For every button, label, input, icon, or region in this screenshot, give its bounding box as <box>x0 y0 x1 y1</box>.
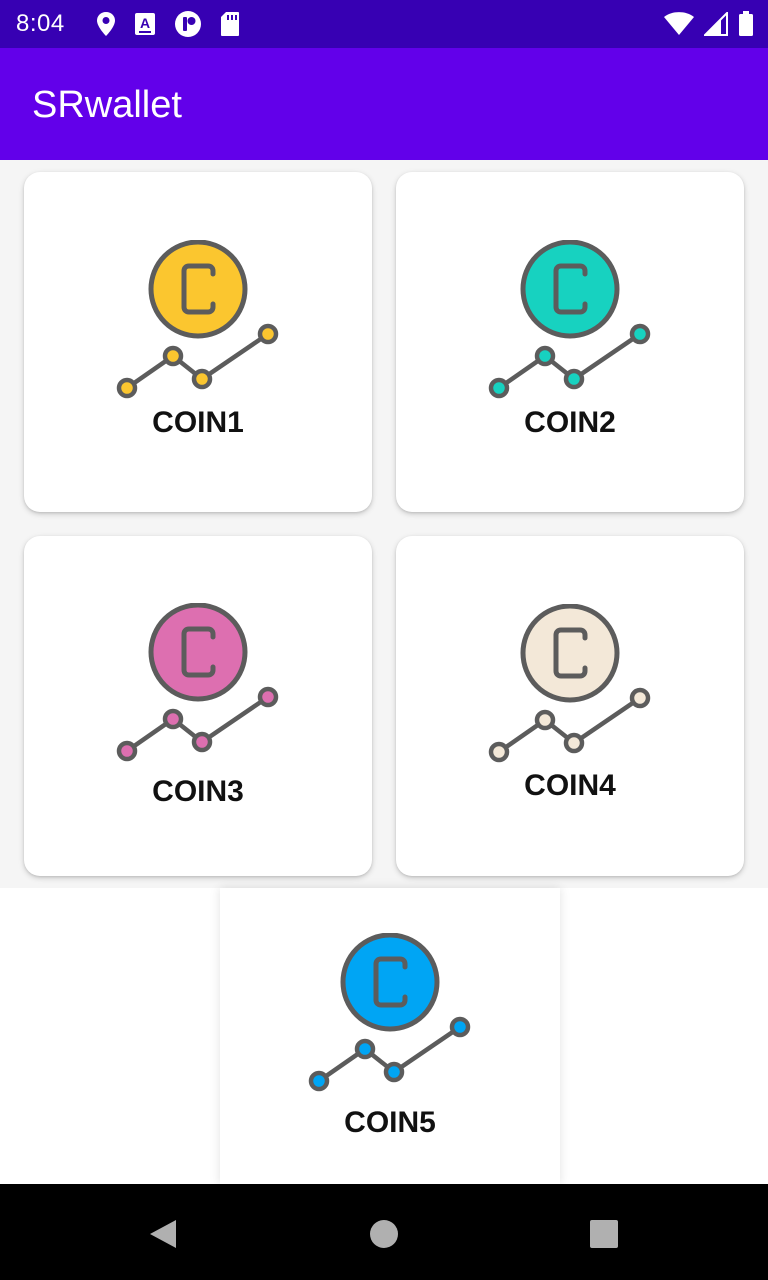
status-bar: 8:04 A <box>0 0 768 48</box>
app-bar: SRwallet <box>0 48 768 160</box>
battery-icon <box>739 11 753 36</box>
coin-grid: COIN1 COIN2 COIN3 COIN4 COIN5 <box>0 160 768 1184</box>
app-title: SRwallet <box>32 84 182 126</box>
profile-badge-icon <box>175 11 201 37</box>
coin-label: COIN1 <box>152 406 244 439</box>
coin-chart-icon <box>116 240 279 399</box>
coin-label: COIN5 <box>344 1106 436 1139</box>
signal-icon <box>704 12 728 36</box>
sd-card-icon <box>221 12 239 36</box>
back-icon[interactable] <box>144 1214 184 1254</box>
home-icon[interactable] <box>364 1214 404 1254</box>
coin-card-coin2[interactable]: COIN2 <box>396 172 744 512</box>
coin-chart-icon <box>488 604 651 763</box>
status-icons-left: A <box>96 10 240 38</box>
coin-chart-icon <box>488 240 651 399</box>
location-icon <box>97 12 115 36</box>
status-icons-right <box>664 10 754 38</box>
coin-label: COIN2 <box>524 406 616 439</box>
svg-text:A: A <box>140 15 150 31</box>
coin-chart-icon <box>308 933 471 1092</box>
coin-card-coin3[interactable]: COIN3 <box>24 536 372 876</box>
coin-card-coin1[interactable]: COIN1 <box>24 172 372 512</box>
wifi-icon <box>664 12 694 35</box>
nav-bar <box>0 1184 768 1280</box>
coin-label: COIN3 <box>152 775 244 808</box>
keyboard-a-icon: A <box>135 13 155 35</box>
coin-chart-icon <box>116 603 279 762</box>
coin-label: COIN4 <box>524 769 616 802</box>
coin-card-coin4[interactable]: COIN4 <box>396 536 744 876</box>
status-time: 8:04 <box>16 10 65 37</box>
coin-card-coin5[interactable]: COIN5 <box>220 888 560 1184</box>
recents-icon[interactable] <box>584 1214 624 1254</box>
